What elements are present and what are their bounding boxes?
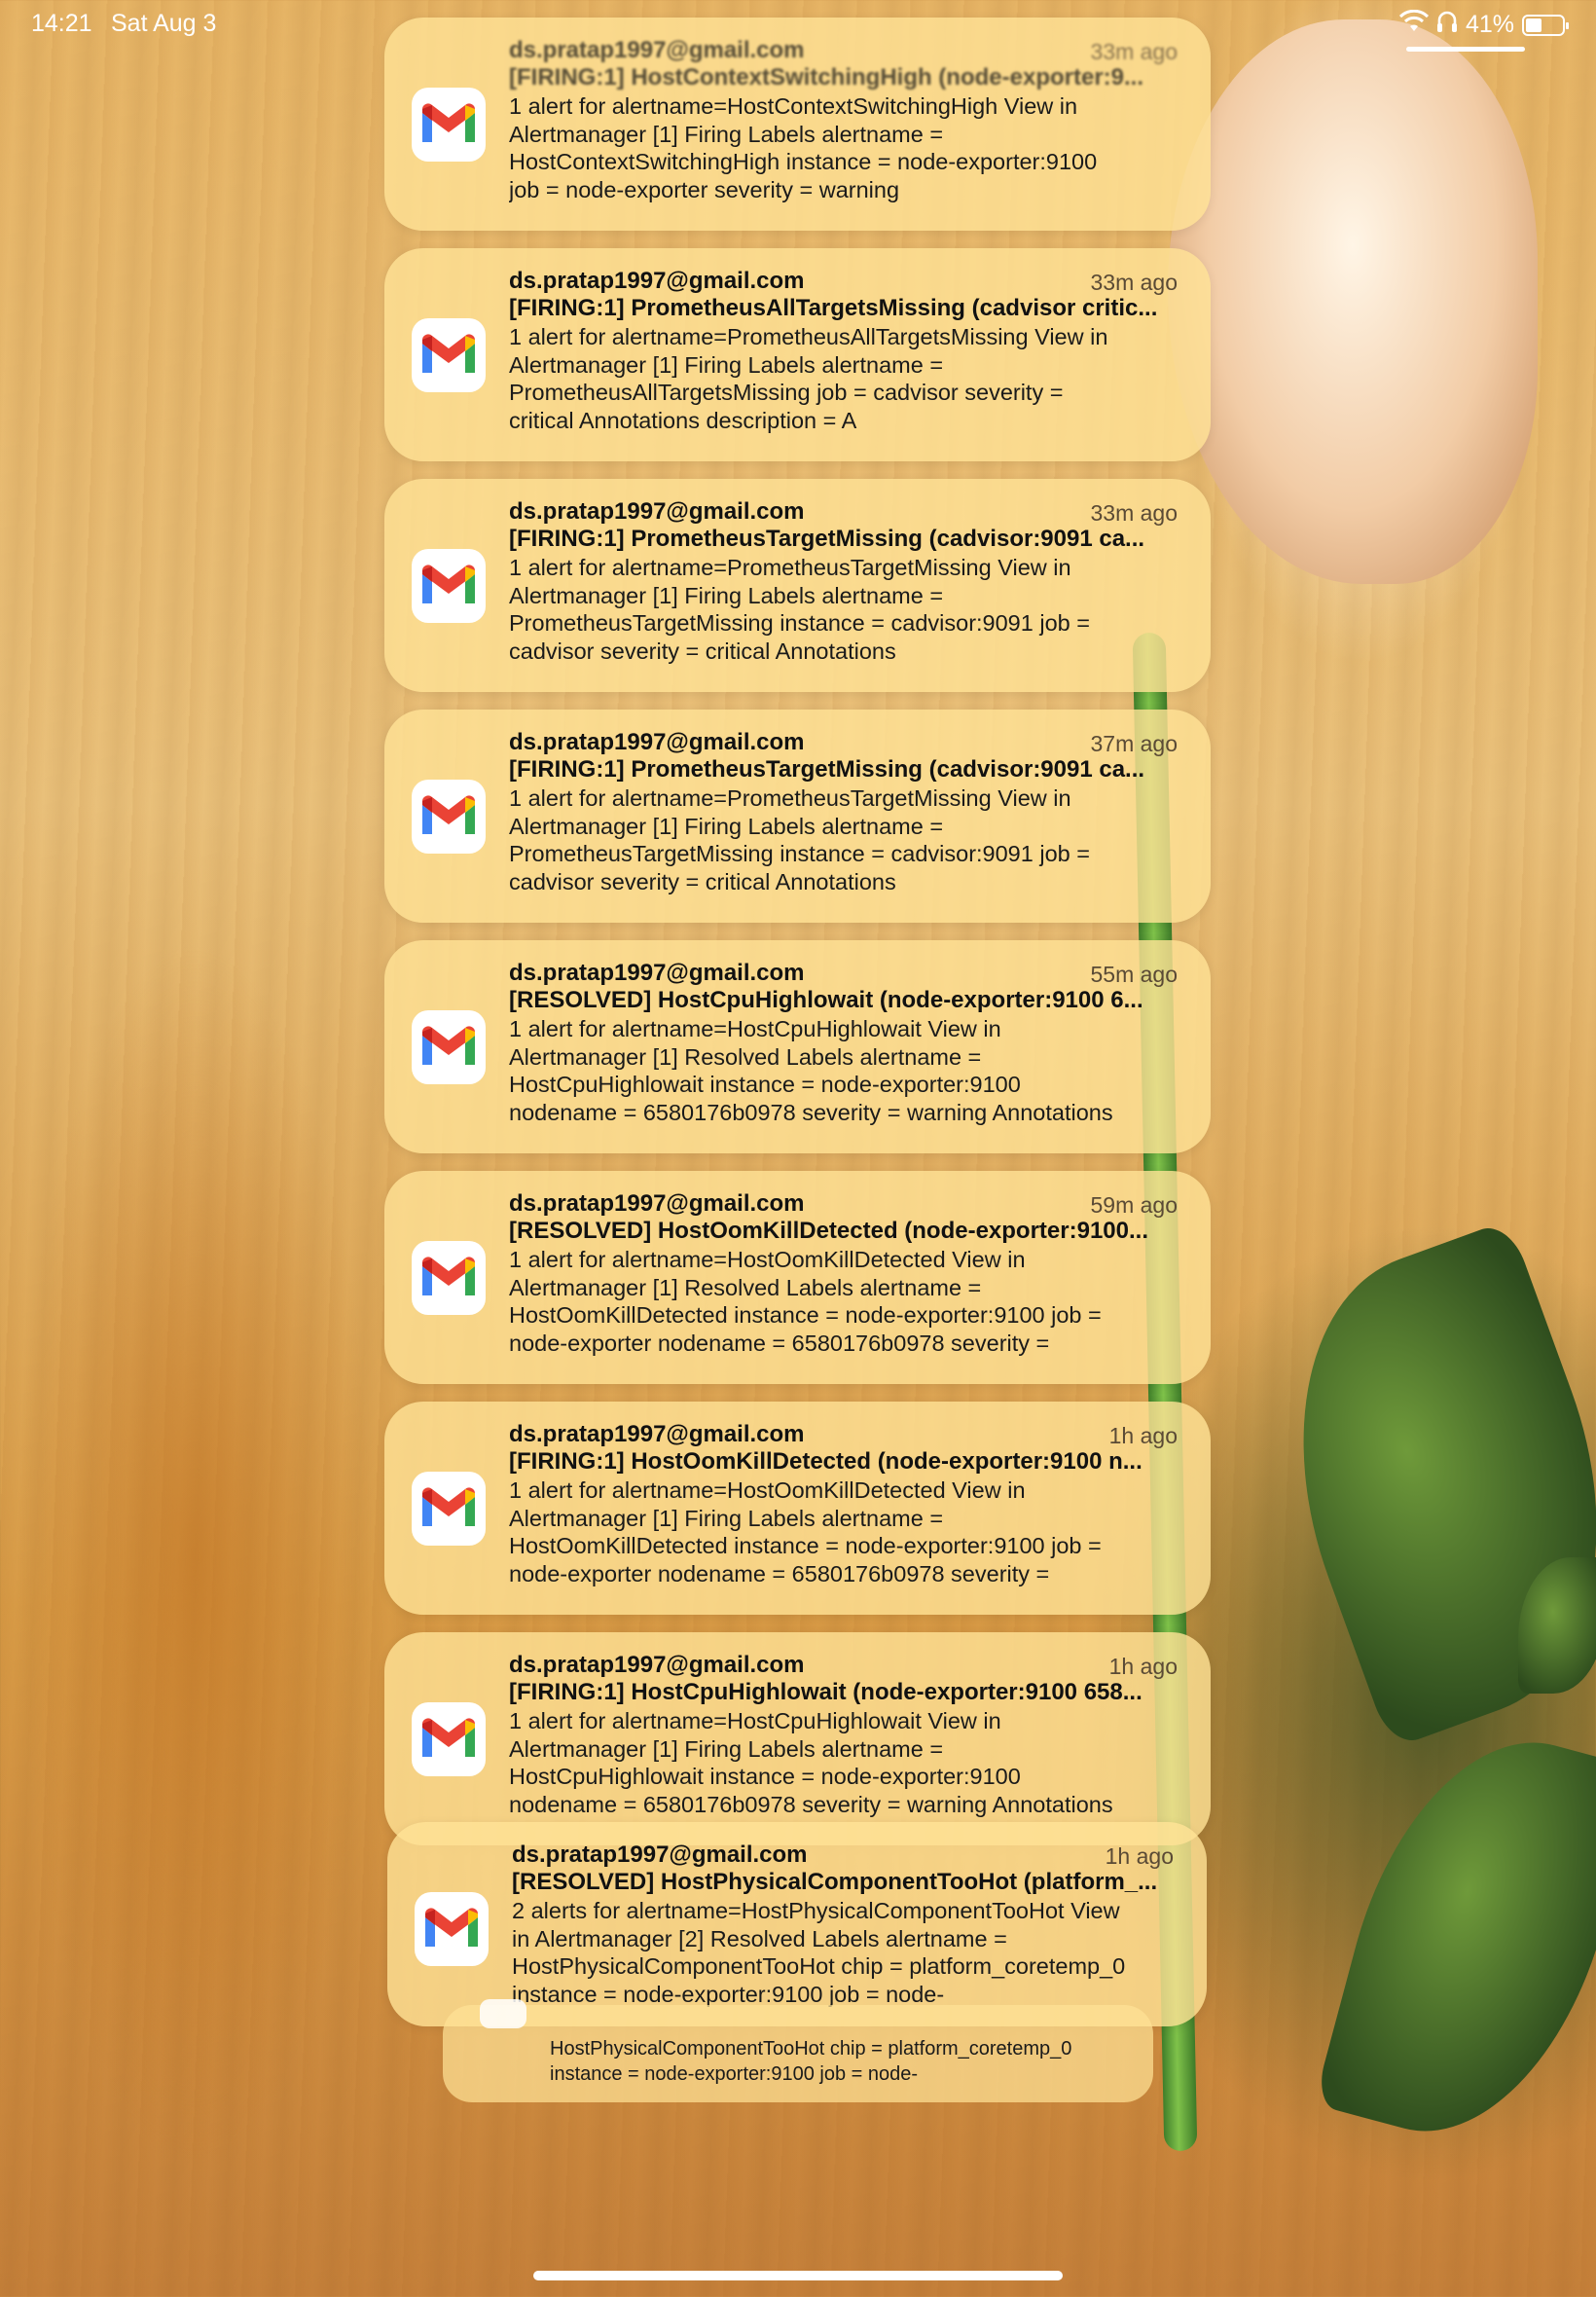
notification-sender: ds.pratap1997@gmail.com [509,729,805,755]
notification-body: 1 alert for alertname=HostOomKillDetecte… [509,1247,1102,1356]
notification-card[interactable]: ds.pratap1997@gmail.com 1h ago [RESOLVED… [387,1822,1207,2026]
gmail-icon [412,549,486,623]
notification-card[interactable]: ds.pratap1997@gmail.com 33m ago [FIRING:… [384,18,1211,231]
notification-card[interactable]: ds.pratap1997@gmail.com 55m ago [RESOLVE… [384,940,1211,1153]
notification-card[interactable]: ds.pratap1997@gmail.com 33m ago [FIRING:… [384,248,1211,461]
notification-time: 33m ago [1090,39,1178,64]
notification-subject: [RESOLVED] HostOomKillDetected (node-exp… [509,1218,1148,1244]
gmail-icon [480,1999,526,2028]
notification-subject: [RESOLVED] HostCpuHighlowait (node-expor… [509,987,1143,1013]
home-indicator[interactable] [533,2271,1063,2280]
wallpaper-rose [1168,19,1538,584]
notification-body: 1 alert for alertname=PrometheusTargetMi… [509,555,1090,664]
gmail-icon [412,780,486,854]
notification-time: 1h ago [1108,1654,1178,1679]
gmail-icon [415,1892,489,1966]
status-time: 14:21 [31,10,92,37]
notification-subject: [FIRING:1] HostOomKillDetected (node-exp… [509,1448,1143,1475]
notification-sender: ds.pratap1997@gmail.com [509,37,805,63]
notification-time: 37m ago [1090,731,1178,756]
status-date: Sat Aug 3 [111,10,217,37]
notification-time: 59m ago [1090,1192,1178,1218]
notification-subject: [FIRING:1] PrometheusAllTargetsMissing (… [509,295,1158,321]
notification-time: 55m ago [1090,962,1178,987]
notification-sender: ds.pratap1997@gmail.com [512,1841,808,1868]
notification-sender: ds.pratap1997@gmail.com [509,268,805,294]
status-indicators: 41% [1398,9,1569,40]
notification-sender: ds.pratap1997@gmail.com [509,498,805,525]
battery-percent: 41% [1465,11,1514,38]
notification-card[interactable]: ds.pratap1997@gmail.com 59m ago [RESOLVE… [384,1171,1211,1384]
notification-card[interactable]: ds.pratap1997@gmail.com 1h ago [FIRING:1… [384,1402,1211,1615]
notification-body: 1 alert for alertname=HostOomKillDetecte… [509,1477,1102,1586]
gmail-icon [412,1702,486,1776]
notification-subject: [FIRING:1] HostCpuHighlowait (node-expor… [509,1679,1143,1705]
notification-subject: [FIRING:1] PrometheusTargetMissing (cadv… [509,756,1145,783]
notification-body: 1 alert for alertname=HostCpuHighlowait … [509,1708,1113,1817]
gmail-icon [412,318,486,392]
notification-time: 1h ago [1105,1843,1174,1869]
notification-time: 1h ago [1108,1423,1178,1448]
battery-icon [1522,14,1569,36]
notification-body: 2 alerts for alertname=HostPhysicalCompo… [512,1898,1126,2007]
gmail-icon [412,1241,486,1315]
notification-sender: ds.pratap1997@gmail.com [509,1652,805,1678]
notification-subject: [RESOLVED] HostPhysicalComponentTooHot (… [512,1869,1158,1895]
notification-card[interactable]: ds.pratap1997@gmail.com 37m ago [FIRING:… [384,710,1211,923]
wallpaper-leaf [1313,1709,1596,2165]
gmail-icon [412,88,486,162]
notification-sender: ds.pratap1997@gmail.com [509,1190,805,1217]
notification-body: 1 alert for alertname=PrometheusTargetMi… [509,785,1090,894]
notification-time: 33m ago [1090,500,1178,526]
gmail-icon [412,1472,486,1546]
notification-card[interactable]: ds.pratap1997@gmail.com 1h ago [FIRING:1… [384,1632,1211,1845]
gmail-icon [412,1010,486,1084]
notification-body: 1 alert for alertname=PrometheusAllTarge… [509,324,1108,433]
notification-subject: [FIRING:1] PrometheusTargetMissing (cadv… [509,526,1145,552]
notification-body: 1 alert for alertname=HostCpuHighlowait … [509,1016,1113,1125]
stacked-notification-body: HostPhysicalComponentTooHot chip = platf… [550,2038,1072,2085]
notification-time: 33m ago [1090,270,1178,295]
top-grabber[interactable] [1406,47,1525,52]
notification-sender: ds.pratap1997@gmail.com [509,960,805,986]
notification-subject: [FIRING:1] HostContextSwitchingHigh (nod… [509,64,1143,91]
notification-card[interactable]: ds.pratap1997@gmail.com 33m ago [FIRING:… [384,479,1211,692]
stacked-notification[interactable]: HostPhysicalComponentTooHot chip = platf… [443,1999,1153,2102]
wifi-icon [1398,9,1430,40]
notification-body: 1 alert for alertname=HostContextSwitchi… [509,93,1098,202]
notification-sender: ds.pratap1997@gmail.com [509,1421,805,1447]
headphones-icon [1436,10,1458,40]
